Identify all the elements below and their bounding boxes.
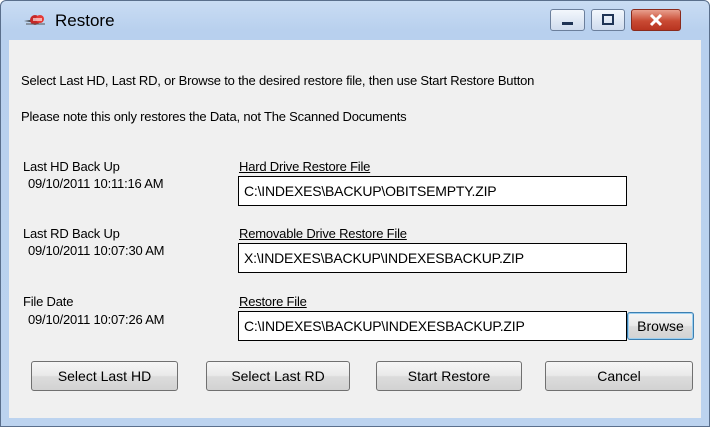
title-bar[interactable]: Restore	[1, 1, 709, 39]
note-text: Please note this only restores the Data,…	[21, 109, 407, 124]
close-button[interactable]	[631, 9, 681, 31]
window-title: Restore	[55, 11, 115, 30]
restore-app-icon	[23, 12, 47, 28]
last-hd-label: Last HD Back Up	[23, 159, 120, 174]
file-date-value: 09/10/2011 10:07:26 AM	[28, 312, 165, 327]
browse-button[interactable]: Browse	[627, 312, 694, 340]
restore-file-field[interactable]: C:\INDEXES\BACKUP\INDEXESBACKUP.ZIP	[238, 311, 627, 341]
start-restore-button[interactable]: Start Restore	[376, 361, 522, 391]
rd-restore-file-field[interactable]: X:\INDEXES\BACKUP\INDEXESBACKUP.ZIP	[238, 243, 627, 273]
restore-file-label: Restore File	[239, 294, 307, 309]
maximize-icon	[592, 10, 624, 30]
select-last-rd-button[interactable]: Select Last RD	[206, 361, 350, 391]
hd-restore-file-field[interactable]: C:\INDEXES\BACKUP\OBITSEMPTY.ZIP	[238, 176, 627, 206]
cancel-button[interactable]: Cancel	[545, 361, 693, 391]
dialog-body: Select Last HD, Last RD, or Browse to th…	[9, 40, 701, 418]
select-last-hd-button[interactable]: Select Last HD	[31, 361, 178, 391]
rd-restore-file-label: Removable Drive Restore File	[239, 226, 407, 241]
last-hd-date: 09/10/2011 10:11:16 AM	[28, 176, 164, 191]
instructions-text: Select Last HD, Last RD, or Browse to th…	[21, 73, 535, 88]
last-rd-label: Last RD Back Up	[23, 226, 120, 241]
close-icon	[632, 10, 680, 30]
minimize-icon	[551, 10, 584, 30]
file-date-label: File Date	[23, 294, 74, 309]
maximize-button[interactable]	[591, 9, 625, 31]
minimize-button[interactable]	[550, 9, 585, 31]
last-rd-date: 09/10/2011 10:07:30 AM	[28, 243, 165, 258]
hd-restore-file-label: Hard Drive Restore File	[239, 159, 371, 174]
restore-window: Restore Select Last HD, Last RD, or Brow…	[0, 0, 710, 427]
